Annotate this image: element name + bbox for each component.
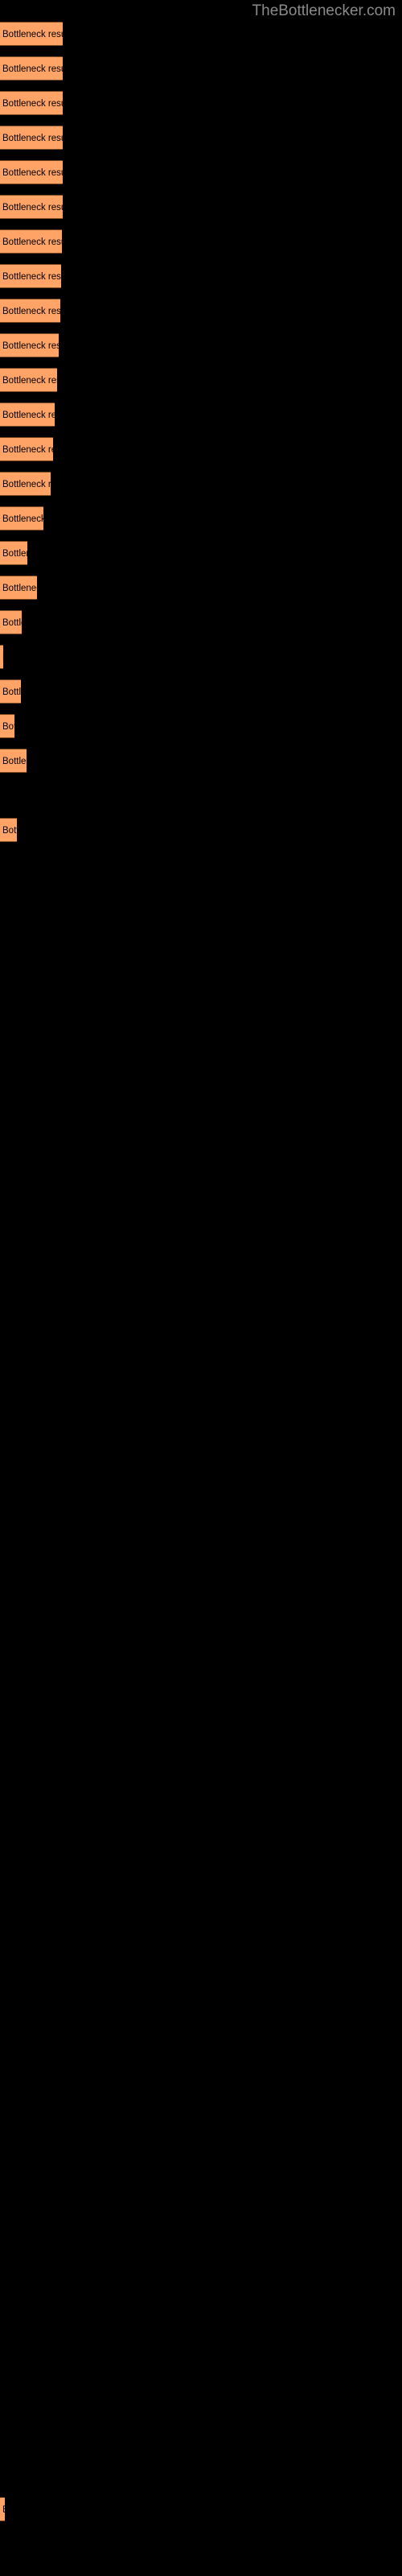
bar: Bottleneck result	[0, 749, 27, 773]
bar-label: Bottleneck result	[2, 514, 43, 524]
bar: Bottleneck result	[0, 2497, 5, 2521]
bar: Bottleneck result	[0, 264, 61, 288]
bar-label: Bottleneck result	[2, 445, 53, 455]
bar: Bottleneck result	[0, 229, 62, 254]
bar-label: Bottleneck result	[2, 341, 59, 351]
bar-label: Bottleneck result	[2, 99, 63, 109]
bar: Bottleneck result	[0, 126, 63, 150]
bar: Bottleneck result	[0, 195, 63, 219]
bar: Bottleneck result	[0, 679, 21, 704]
bar-label: Bottleneck result	[2, 411, 55, 420]
bar: Bottleneck result	[0, 437, 53, 461]
bar: Bottleneck result	[0, 818, 17, 842]
bar-label: Bottleneck result	[2, 757, 27, 766]
bar-label: Bottleneck result	[2, 687, 21, 697]
bar: Bottleneck result	[0, 56, 63, 80]
bar-label: Bottleneck result	[2, 168, 63, 178]
bar-label: Bottleneck result	[2, 30, 63, 39]
bar-label: Bottleneck result	[2, 618, 22, 628]
bar-label: Bottleneck result	[2, 272, 61, 282]
bar: Bottleneck result	[0, 576, 37, 600]
bar-label: Bottleneck result	[2, 376, 57, 386]
bar-label: Bottleneck result	[2, 203, 63, 213]
bar: Bottleneck result	[0, 333, 59, 357]
bar-label: Bottleneck result	[2, 480, 51, 489]
bar-label: Bottleneck result	[2, 722, 14, 732]
bar: Bottleneck result	[0, 402, 55, 427]
bar: Bottleneck result	[0, 610, 22, 634]
bar-label: Bottleneck result	[2, 584, 37, 593]
bar-series: Bottleneck result Bottleneck result Bottle…	[0, 0, 402, 2576]
bar-label: Bottleneck result	[2, 2498, 5, 2520]
bottleneck-bar-chart: TheBottlenecker.com Bottleneck resultBot…	[0, 0, 402, 2576]
bar: Bottleneck result	[0, 368, 57, 392]
bar: Bottleneck result	[0, 472, 51, 496]
bar: Bottleneck result	[0, 506, 43, 530]
bar: Bottleneck result	[0, 714, 14, 738]
bar: Bottleneck result	[0, 22, 63, 46]
bar: Bottleneck result	[0, 91, 63, 115]
bar-label: Bottleneck result	[2, 307, 60, 316]
bar: Bottleneck result	[0, 541, 27, 565]
bar-label: Bottleneck result	[2, 646, 3, 668]
bar: Bottleneck result	[0, 160, 63, 184]
bar-label: Bottleneck result	[2, 237, 62, 247]
bar-label: Bottleneck result	[2, 134, 63, 143]
bar-label: Bottleneck result	[2, 549, 27, 559]
bar-label: Bottleneck result	[2, 64, 63, 74]
bar: Bottleneck result	[0, 299, 60, 323]
bar-label: Bottleneck result	[2, 826, 17, 836]
bar: Bottleneck result	[0, 645, 3, 669]
